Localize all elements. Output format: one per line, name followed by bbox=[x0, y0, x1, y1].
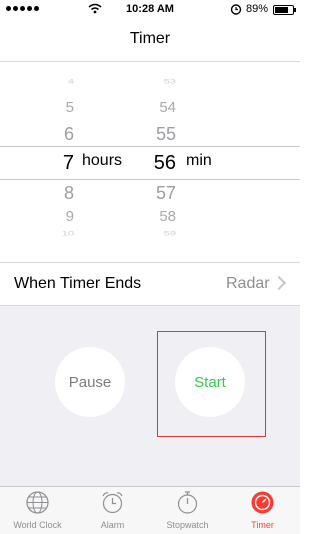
picker-value[interactable]: 10 bbox=[40, 231, 74, 238]
tab-label: Alarm bbox=[100, 520, 125, 530]
chevron-right-icon[interactable] bbox=[271, 275, 287, 291]
time-picker[interactable]: 4 5 6 7 8 9 10 hours 53 54 55 56 57 58 5… bbox=[0, 62, 300, 242]
picker-value[interactable]: 58 bbox=[140, 208, 176, 225]
tab-label: Stopwatch bbox=[166, 520, 209, 530]
when-timer-ends-value[interactable]: Radar bbox=[226, 275, 270, 293]
hours-unit-label: hours bbox=[82, 152, 123, 169]
picker-value[interactable]: 59 bbox=[140, 231, 176, 238]
tab-label: Timer bbox=[251, 520, 274, 530]
battery-icon bbox=[273, 5, 296, 15]
picker-value[interactable]: 5 bbox=[40, 99, 74, 116]
pause-button[interactable]: Pause bbox=[55, 347, 125, 417]
tab-bar: World Clock Alarm Stopwatch Timer bbox=[0, 486, 300, 534]
page-title: Timer bbox=[129, 30, 171, 47]
picker-value[interactable]: 6 bbox=[40, 124, 74, 145]
tab-alarm[interactable]: Alarm bbox=[75, 487, 150, 534]
picker-value[interactable]: 54 bbox=[140, 99, 176, 116]
hours-selected-value[interactable]: 7 bbox=[40, 152, 74, 175]
tab-world-clock[interactable]: World Clock bbox=[0, 487, 75, 534]
globe-icon bbox=[26, 491, 49, 514]
alarm-clock-icon bbox=[102, 492, 123, 514]
picker-value[interactable]: 53 bbox=[140, 79, 176, 86]
when-timer-ends-label[interactable]: When Timer Ends bbox=[14, 275, 141, 293]
minutes-selected-value[interactable]: 56 bbox=[140, 152, 176, 175]
alarm-status-icon bbox=[230, 4, 242, 15]
battery-percent: 89% bbox=[246, 3, 269, 15]
picker-value[interactable]: 55 bbox=[140, 124, 176, 145]
row-divider bbox=[0, 262, 300, 263]
picker-value[interactable]: 8 bbox=[40, 183, 74, 204]
minutes-unit-label: min bbox=[186, 152, 212, 169]
status-bar: 10:28 AM 89% bbox=[0, 0, 300, 20]
tab-stopwatch[interactable]: Stopwatch bbox=[150, 487, 225, 534]
start-button-highlight bbox=[157, 331, 266, 437]
picker-value[interactable]: 4 bbox=[40, 79, 74, 86]
picker-value[interactable]: 57 bbox=[140, 183, 176, 204]
tab-label: World Clock bbox=[13, 520, 62, 530]
picker-value[interactable]: 9 bbox=[40, 208, 74, 225]
timer-icon bbox=[251, 491, 274, 514]
stopwatch-icon bbox=[177, 491, 198, 514]
tab-timer[interactable]: Timer bbox=[225, 487, 300, 534]
